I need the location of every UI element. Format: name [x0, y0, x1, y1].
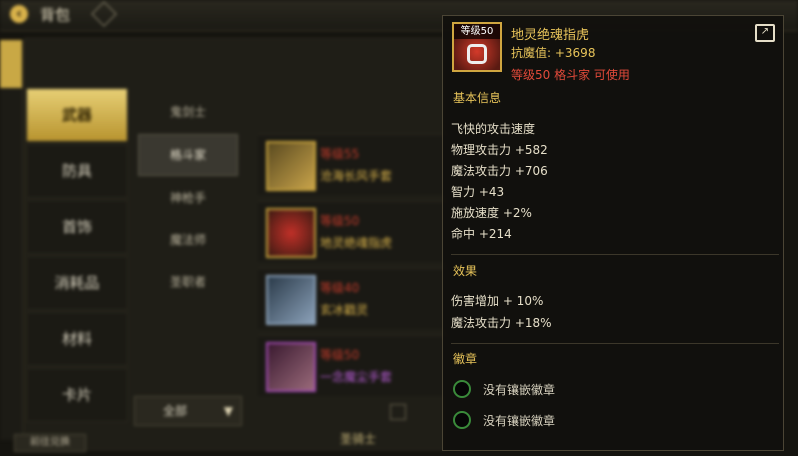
filter-checkbox[interactable] — [390, 404, 406, 420]
subcategory-item[interactable]: 鬼剑士 — [138, 92, 238, 132]
filter-dropdown[interactable]: 全部 ▼ — [134, 396, 242, 426]
left-tab-active[interactable] — [0, 40, 22, 88]
category-card[interactable]: 卡片 — [26, 368, 128, 422]
divider — [451, 254, 779, 255]
item-resist: 抗魔值: +3698 — [511, 46, 596, 60]
knuckle-icon — [467, 44, 487, 64]
effect-line: 伤害增加 + 10% — [451, 294, 544, 308]
bottom-class-label: 圣骑士 — [340, 432, 377, 446]
item-tooltip: 等级50 地灵绝魂指虎 抗魔值: +3698 等级50 格斗家 可使用 ↗ 基本… — [442, 15, 784, 451]
category-armor[interactable]: 防具 — [26, 144, 128, 198]
item-level: 等级50 — [320, 214, 360, 228]
list-item[interactable]: 等级50 地灵绝魂指虎 — [258, 201, 458, 262]
subcategory-item[interactable]: 魔法师 — [138, 220, 238, 260]
effect-line: 魔法攻击力 +18% — [451, 316, 552, 330]
share-icon[interactable]: ↗ — [755, 24, 775, 42]
item-name: 沧海长风手套 — [320, 169, 393, 183]
emblem-title: 徽章 — [453, 352, 478, 366]
exchange-button[interactable]: 前往兑换 — [14, 434, 86, 452]
emblem-slot-icon[interactable] — [453, 411, 471, 429]
item-thumbnail — [266, 342, 316, 392]
item-thumbnail — [266, 275, 316, 325]
basic-info-title: 基本信息 — [453, 91, 502, 105]
subcategory-item[interactable]: 神枪手 — [138, 178, 238, 218]
stat-line: 智力 +43 — [451, 185, 505, 199]
item-name: 玄冰戳灵 — [320, 303, 369, 317]
category-weapon[interactable]: 武器 — [26, 88, 128, 142]
item-name: 地灵绝魂指虎 — [320, 236, 393, 250]
effects-title: 效果 — [453, 264, 478, 278]
emblem-slot-label: 没有镶嵌徽章 — [483, 414, 556, 428]
subcategory-list: 鬼剑士 格斗家 神枪手 魔法师 圣职者 — [138, 92, 238, 304]
stat-line: 物理攻击力 +582 — [451, 143, 548, 157]
stat-line: 飞快的攻击速度 — [451, 122, 536, 136]
item-name: 地灵绝魂指虎 — [511, 28, 590, 43]
diamond-icon — [91, 1, 117, 27]
item-level: 等级55 — [320, 147, 360, 161]
list-item[interactable]: 等级55 沧海长风手套 — [258, 134, 458, 195]
stat-line: 命中 +214 — [451, 227, 512, 241]
left-tab-strip — [0, 40, 23, 440]
subcategory-item-active[interactable]: 格斗家 — [138, 134, 238, 176]
item-level: 等级40 — [320, 281, 360, 295]
category-accessory[interactable]: 首饰 — [26, 200, 128, 254]
back-icon[interactable]: ‹ — [10, 5, 28, 23]
emblem-slot-label: 没有镶嵌徽章 — [483, 383, 556, 397]
category-material[interactable]: 材料 — [26, 312, 128, 366]
item-name: 一念魔尘手套 — [320, 370, 393, 384]
item-requirement: 等级50 格斗家 可使用 — [511, 68, 630, 82]
list-item[interactable]: 等级40 玄冰戳灵 — [258, 268, 458, 329]
item-list: 等级55 沧海长风手套 等级50 地灵绝魂指虎 等级40 玄冰戳灵 等级50 一… — [258, 134, 458, 402]
item-icon-level: 等级50 — [454, 24, 500, 39]
emblem-slot-icon[interactable] — [453, 380, 471, 398]
filter-selected: 全部 — [163, 404, 188, 418]
chevron-down-icon: ▼ — [223, 404, 233, 418]
category-consumable[interactable]: 消耗品 — [26, 256, 128, 310]
item-icon: 等级50 — [452, 22, 502, 72]
window-title: 背包 — [40, 6, 71, 24]
category-list: 武器 防具 首饰 消耗品 材料 卡片 — [26, 88, 128, 424]
item-level: 等级50 — [320, 348, 360, 362]
stat-line: 施放速度 +2% — [451, 206, 532, 220]
list-item[interactable]: 等级50 一念魔尘手套 — [258, 335, 458, 396]
subcategory-item[interactable]: 圣职者 — [138, 262, 238, 302]
divider — [451, 343, 779, 344]
item-thumbnail — [266, 208, 316, 258]
stat-line: 魔法攻击力 +706 — [451, 164, 548, 178]
item-thumbnail — [266, 141, 316, 191]
